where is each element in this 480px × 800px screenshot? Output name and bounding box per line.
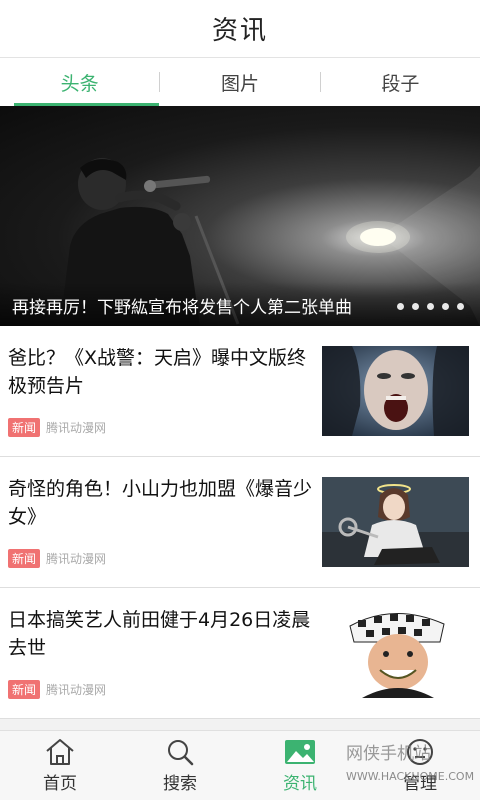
nav-label: 搜索	[163, 774, 197, 794]
banner-title: 再接再厉！下野紘宣布将发售个人第二张单曲	[12, 298, 352, 318]
news-thumbnail	[322, 477, 469, 567]
news-source: 腾讯动漫网	[46, 683, 107, 697]
carousel-dot[interactable]	[457, 303, 464, 310]
news-thumbnail	[322, 346, 469, 436]
news-title: 奇怪的角色！小山力也加盟《爆音少女》	[8, 478, 313, 528]
watermark-url: WWW.HACKHOME.COM	[346, 770, 475, 783]
news-meta: 新闻 腾讯动漫网	[8, 549, 106, 568]
list-item[interactable]: 奇怪的角色！小山力也加盟《爆音少女》 新闻 腾讯动漫网	[0, 457, 480, 588]
nav-label: 首页	[43, 774, 77, 794]
headline-banner[interactable]: 再接再厉！下野紘宣布将发售个人第二张单曲	[0, 106, 480, 326]
tab-images[interactable]: 图片	[160, 58, 319, 106]
news-meta: 新闻 腾讯动漫网	[8, 418, 106, 437]
watermark-text: 网侠手机站	[346, 744, 431, 764]
tab-headlines[interactable]: 头条	[0, 58, 160, 106]
news-meta: 新闻 腾讯动漫网	[8, 680, 106, 699]
news-source: 腾讯动漫网	[46, 421, 107, 435]
news-tag: 新闻	[8, 680, 41, 699]
app-header: 资讯	[0, 0, 480, 58]
image-icon	[283, 737, 317, 767]
list-item[interactable]: 爸比？《X战警：天启》曝中文版终极预告片 新闻 腾讯动漫网	[0, 326, 480, 457]
carousel-dot[interactable]	[412, 303, 419, 310]
news-thumbnail	[322, 608, 469, 698]
news-list: 爸比？《X战警：天启》曝中文版终极预告片 新闻 腾讯动漫网 奇怪的角色！小山力也…	[0, 326, 480, 719]
category-tabs: 头条 图片 段子	[0, 58, 480, 106]
nav-news[interactable]: 资讯	[240, 731, 360, 800]
list-item[interactable]: 日本搞笑艺人前田健于4月26日凌晨去世 新闻 腾讯动漫网	[0, 588, 480, 719]
news-title: 爸比？《X战警：天启》曝中文版终极预告片	[8, 347, 307, 397]
home-icon	[43, 737, 77, 767]
nav-label: 资讯	[283, 774, 317, 794]
carousel-dot[interactable]	[397, 303, 404, 310]
carousel-dot[interactable]	[427, 303, 434, 310]
nav-home[interactable]: 首页	[0, 731, 120, 800]
search-icon	[163, 737, 197, 767]
news-tag: 新闻	[8, 418, 41, 437]
nav-search[interactable]: 搜索	[120, 731, 240, 800]
page-title: 资讯	[211, 16, 268, 46]
news-source: 腾讯动漫网	[46, 552, 107, 566]
tab-jokes[interactable]: 段子	[321, 58, 480, 106]
news-tag: 新闻	[8, 549, 41, 568]
news-title: 日本搞笑艺人前田健于4月26日凌晨去世	[8, 609, 311, 659]
carousel-dot[interactable]	[442, 303, 449, 310]
carousel-indicator	[397, 303, 464, 310]
